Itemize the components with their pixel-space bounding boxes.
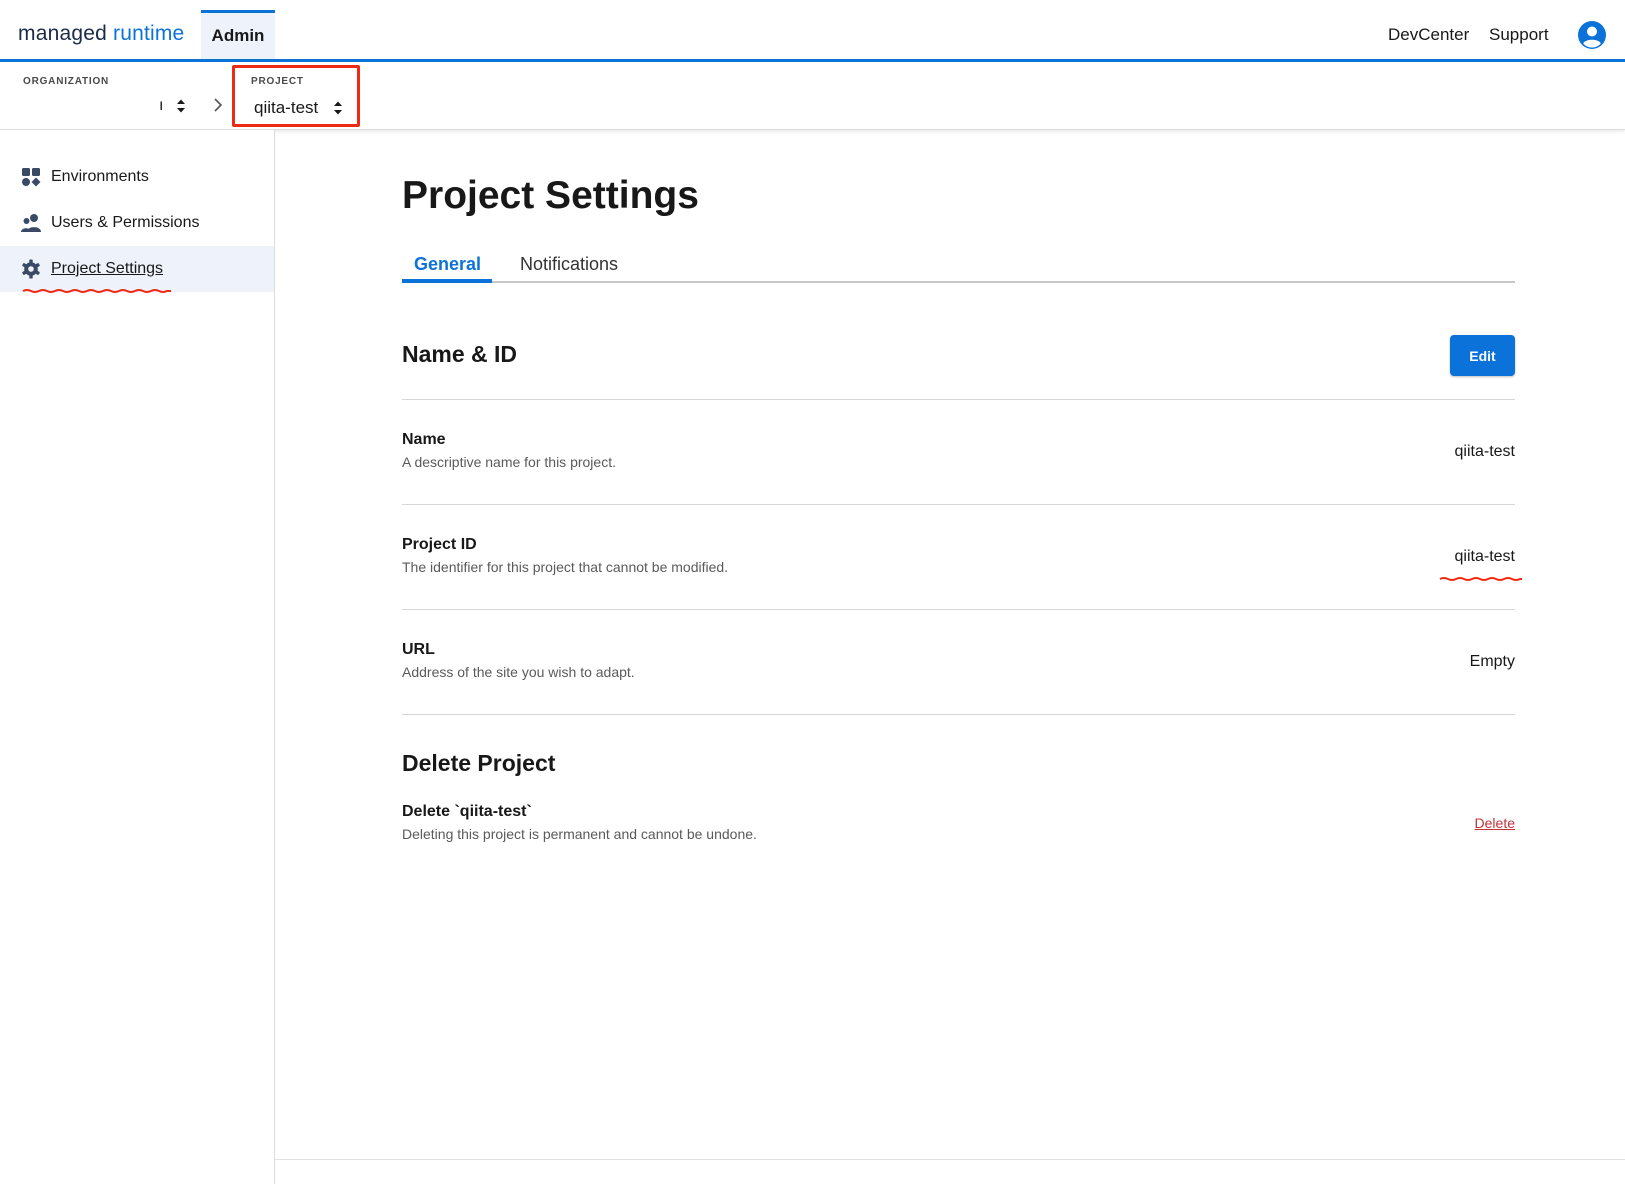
tab-bar: General Notifications: [402, 250, 1515, 283]
field-description-url: Address of the site you wish to adapt.: [402, 664, 635, 680]
field-label-project-id: Project ID: [402, 536, 477, 553]
logo-text-managed: managed: [18, 22, 107, 45]
context-selector-bar: ORGANIZATION ı PROJECT qiita-test: [0, 62, 1625, 130]
field-label-delete: Delete `qiita-test`: [402, 803, 532, 820]
field-value-url: Empty: [1469, 653, 1515, 670]
chevron-right-icon: [214, 98, 223, 112]
sidebar-item-project-settings[interactable]: Project Settings: [0, 246, 274, 292]
gear-icon: [22, 259, 40, 279]
user-circle-icon[interactable]: [1578, 21, 1606, 49]
organization-label: ORGANIZATION: [23, 76, 110, 87]
tab-label: Notifications: [520, 254, 619, 274]
sidebar: Environments Users & Permissions Project…: [0, 130, 275, 1184]
support-link[interactable]: Support: [1489, 25, 1549, 45]
field-description-delete: Deleting this project is permanent and c…: [402, 826, 757, 842]
page-title: Project Settings: [402, 174, 699, 217]
active-tab-indicator: [402, 279, 492, 283]
delete-project-link[interactable]: Delete: [1475, 815, 1515, 831]
divider: [402, 714, 1515, 715]
project-select[interactable]: qiita-test: [232, 65, 360, 127]
field-label-name: Name: [402, 431, 446, 448]
app-logo[interactable]: managed runtime: [18, 22, 184, 46]
tab-notifications[interactable]: Notifications: [520, 254, 618, 285]
field-description-project-id: The identifier for this project that can…: [402, 559, 729, 575]
sidebar-item-environments[interactable]: Environments: [0, 154, 274, 200]
sort-updown-icon[interactable]: [333, 100, 343, 116]
sort-updown-icon[interactable]: [176, 98, 186, 114]
sidebar-item-users-permissions[interactable]: Users & Permissions: [0, 200, 274, 246]
divider: [402, 504, 1515, 505]
annotation-underline: [1439, 577, 1522, 581]
field-description-name: A descriptive name for this project.: [402, 454, 616, 470]
section-title-name-id: Name & ID: [402, 341, 518, 367]
sidebar-item-label: Environments: [51, 168, 149, 185]
section-title-delete-project: Delete Project: [402, 750, 556, 776]
logo-text-runtime: runtime: [106, 22, 185, 45]
project-value[interactable]: qiita-test: [254, 98, 318, 118]
edit-button[interactable]: Edit: [1450, 335, 1515, 376]
sidebar-item-label: Users & Permissions: [51, 214, 200, 231]
field-value-name: qiita-test: [1454, 443, 1515, 460]
tab-label: General: [414, 254, 482, 274]
tab-admin[interactable]: Admin: [201, 10, 275, 59]
divider: [402, 609, 1515, 610]
main-content: Project Settings General Notifications N…: [275, 130, 1625, 1160]
devcenter-link[interactable]: DevCenter: [1388, 25, 1469, 45]
field-label-url: URL: [402, 641, 435, 658]
top-header: managed runtime Admin DevCenter Support: [0, 0, 1625, 62]
environments-grid-icon: [22, 168, 41, 187]
sidebar-item-label: Project Settings: [51, 260, 164, 277]
field-value-project-id: qiita-test: [1454, 548, 1515, 565]
footer-divider: [275, 1159, 1625, 1160]
annotation-underline: [22, 289, 171, 293]
users-icon: [21, 214, 41, 232]
organization-value[interactable]: ı: [159, 97, 163, 115]
divider: [402, 399, 1515, 400]
